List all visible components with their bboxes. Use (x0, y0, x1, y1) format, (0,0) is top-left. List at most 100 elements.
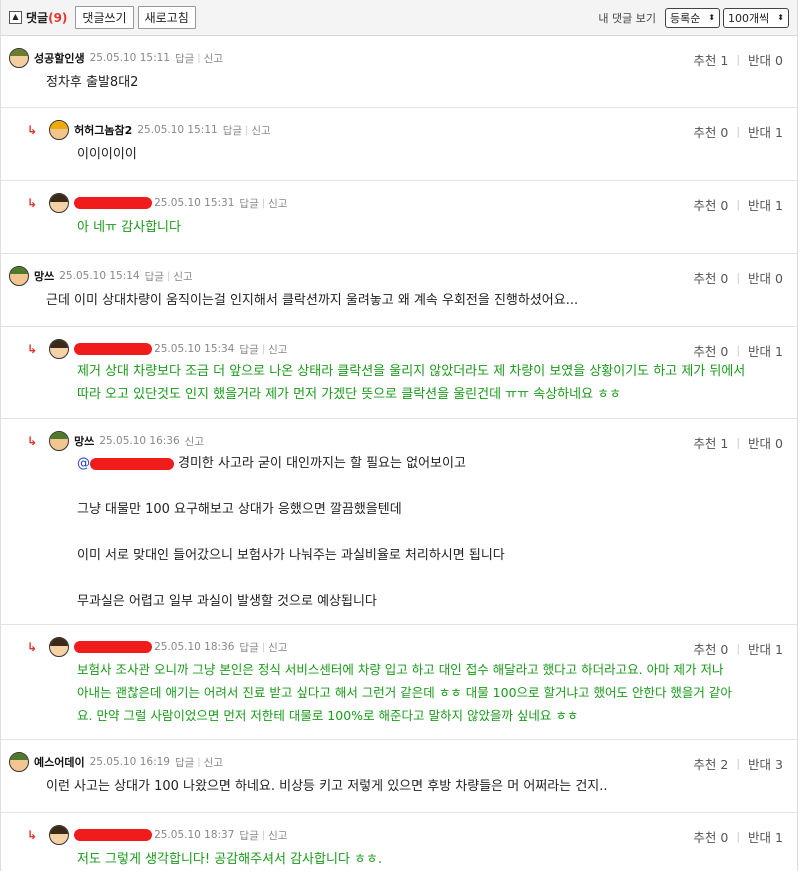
comment-item: 성공할인생 25.05.10 15:11 답글 | 신고 추천 1 | 반대 0… (1, 36, 797, 108)
oppose-button[interactable]: 반대 0 (748, 433, 783, 452)
oppose-button[interactable]: 반대 1 (748, 639, 783, 658)
avatar[interactable] (9, 48, 29, 68)
reply-arrow-icon: ↳ (27, 434, 38, 448)
reply-link[interactable]: 답글 (175, 755, 194, 770)
recommend-button[interactable]: 추천 0 (693, 827, 728, 846)
recommend-count: 0 (720, 271, 729, 286)
comment-text: 이이이이이 (77, 147, 137, 162)
oppose-button[interactable]: 반대 1 (748, 122, 783, 141)
vote-area: 추천 0 | 반대 1 (693, 639, 783, 658)
comment-date: 25.05.10 16:36 (99, 435, 180, 447)
comment-text: 근데 이미 상대차량이 움직이는걸 인지해서 클락션까지 울려놓고 왜 계속 우… (46, 293, 579, 308)
report-link[interactable]: 신고 (268, 828, 287, 843)
oppose-count: 0 (775, 271, 783, 286)
recommend-count: 0 (720, 642, 729, 657)
vote-area: 추천 0 | 반대 1 (693, 122, 783, 141)
per-page-select[interactable]: 100개씩 ⬍ (723, 7, 789, 28)
oppose-label: 반대 (748, 830, 772, 845)
oppose-label: 반대 (748, 271, 772, 286)
reply-item: ↳ 망쓰 25.05.10 16:36 신고 추천 1 | 반대 0 @ 경미한… (1, 419, 797, 625)
avatar[interactable] (49, 825, 70, 845)
sort-select[interactable]: 등록순 ⬍ (664, 7, 721, 28)
oppose-button[interactable]: 반대 0 (748, 50, 783, 69)
recommend-button[interactable]: 추천 0 (693, 639, 728, 658)
comment-author[interactable]: 망쓰 (74, 433, 94, 449)
avatar[interactable] (49, 120, 70, 140)
comment-author[interactable]: 성공할인생 (34, 50, 85, 66)
oppose-button[interactable]: 반대 1 (748, 827, 783, 846)
reply-link[interactable]: 답글 (145, 269, 164, 284)
oppose-count: 1 (775, 642, 783, 657)
reply-link[interactable]: 답글 (175, 51, 194, 66)
avatar[interactable] (49, 339, 70, 359)
sort-select-value: 등록순 (669, 11, 701, 25)
divider: | (736, 830, 741, 843)
recommend-button[interactable]: 추천 1 (693, 433, 728, 452)
redacted-author (74, 343, 153, 355)
divider: | (245, 124, 249, 136)
recommend-button[interactable]: 추천 0 (693, 268, 728, 287)
comment-author[interactable]: 예스어데이 (34, 754, 85, 770)
my-comments-link[interactable]: 내 댓글 보기 (598, 10, 656, 26)
write-comment-button[interactable]: 댓글쓰기 (75, 6, 134, 29)
oppose-label: 반대 (748, 642, 772, 657)
reply-link[interactable]: 답글 (239, 640, 258, 655)
comment-text-line: 경미한 사고라 굳이 대인까지는 할 필요는 없어보이고 (178, 456, 466, 471)
reply-arrow-icon: ↳ (27, 640, 38, 654)
report-link[interactable]: 신고 (204, 51, 223, 66)
comment-text-line: 이미 서로 맞대인 들어갔으니 보험사가 나눠주는 과실비율로 처리하시면 됩니… (77, 548, 505, 563)
reply-arrow-icon: ↳ (27, 123, 38, 137)
vote-area: 추천 0 | 반대 1 (693, 827, 783, 846)
report-link[interactable]: 신고 (268, 196, 287, 211)
oppose-button[interactable]: 반대 3 (748, 754, 783, 773)
recommend-label: 추천 (693, 436, 717, 451)
comment-date: 25.05.10 15:11 (137, 124, 218, 136)
comment-date: 25.05.10 15:14 (59, 270, 140, 282)
comment-date: 25.05.10 18:37 (154, 829, 235, 841)
oppose-button[interactable]: 반대 0 (748, 268, 783, 287)
redacted-mention (90, 457, 174, 470)
mention[interactable]: @ (77, 452, 90, 475)
comment-text-line: 제거 상대 차량보다 조금 더 앞으로 나온 상태라 클락션을 울리지 않았더라… (77, 364, 746, 379)
comment-text: @ 경미한 사고라 굳이 대인까지는 할 필요는 없어보이고 그냥 대물만 10… (77, 452, 505, 613)
reply-item: ↳ 25.05.10 18:36 답글 | 신고 추천 0 | 반대 1 보험사… (1, 625, 797, 740)
reply-link[interactable]: 답글 (239, 196, 258, 211)
report-link[interactable]: 신고 (173, 269, 192, 284)
avatar[interactable] (49, 637, 70, 657)
oppose-button[interactable]: 반대 1 (748, 341, 783, 360)
report-link[interactable]: 신고 (204, 755, 223, 770)
comment-item: 예스어데이 25.05.10 16:19 답글 | 신고 추천 2 | 반대 3… (1, 740, 797, 813)
avatar[interactable] (9, 752, 29, 772)
reply-link[interactable]: 답글 (239, 342, 258, 357)
recommend-label: 추천 (693, 830, 717, 845)
recommend-count: 0 (720, 125, 729, 140)
comment-text: 저도 그렇게 생각합니다! 공감해주셔서 감사합니다 ㅎㅎ. (77, 852, 383, 867)
comment-text-line: 보험사 조사관 오니까 그냥 본인은 정식 서비스센터에 차량 입고 하고 대인… (77, 662, 724, 677)
comment-author[interactable]: 허허그놈참2 (74, 122, 132, 138)
recommend-button[interactable]: 추천 0 (693, 195, 728, 214)
divider: | (736, 53, 741, 66)
report-link[interactable]: 신고 (251, 123, 270, 138)
avatar[interactable] (9, 266, 29, 286)
reply-link[interactable]: 답글 (239, 828, 258, 843)
recommend-button[interactable]: 추천 0 (693, 341, 728, 360)
recommend-button[interactable]: 추천 1 (693, 50, 728, 69)
recommend-button[interactable]: 추천 2 (693, 754, 728, 773)
recommend-label: 추천 (693, 271, 717, 286)
collapse-toggle-icon[interactable]: ▲ (9, 11, 22, 24)
report-link[interactable]: 신고 (185, 434, 204, 449)
avatar[interactable] (49, 431, 70, 451)
comment-author[interactable]: 망쓰 (34, 268, 54, 284)
per-page-select-value: 100개씩 (728, 11, 770, 25)
refresh-button[interactable]: 새로고침 (137, 6, 196, 29)
recommend-count: 1 (720, 436, 729, 451)
report-link[interactable]: 신고 (268, 640, 287, 655)
oppose-button[interactable]: 반대 1 (748, 195, 783, 214)
oppose-label: 반대 (748, 198, 772, 213)
report-link[interactable]: 신고 (268, 342, 287, 357)
reply-link[interactable]: 답글 (223, 123, 242, 138)
comment-title: 댓글 (26, 11, 49, 25)
oppose-count: 1 (775, 830, 783, 845)
recommend-button[interactable]: 추천 0 (693, 122, 728, 141)
avatar[interactable] (49, 193, 70, 213)
